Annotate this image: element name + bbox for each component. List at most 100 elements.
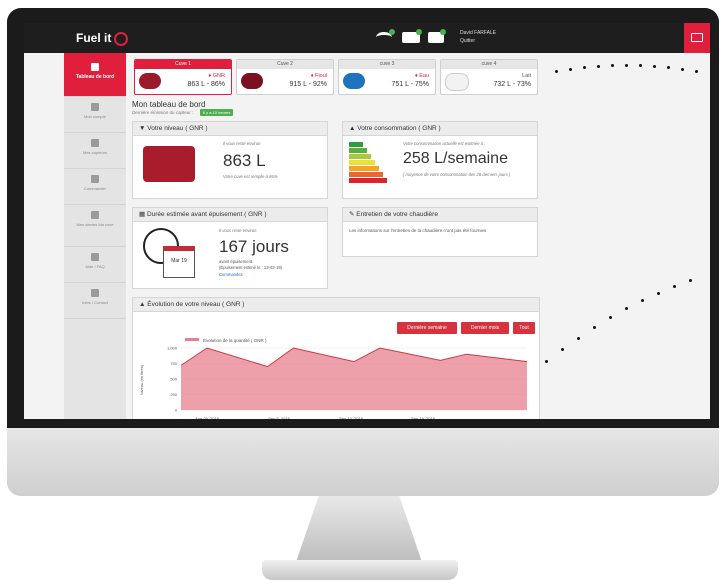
tank-fuel: ♦ Fioul <box>310 73 327 79</box>
tank-value: 863 L - 86% <box>187 81 226 88</box>
sidebar-item-alerts[interactable]: Mes alertes Ma cuve <box>64 205 126 247</box>
info-icon <box>91 289 99 297</box>
sidebar-item-dashboard[interactable]: Tableau de bord <box>64 53 126 97</box>
boiler-text: Les informations sur l'entretien de la c… <box>349 228 487 233</box>
evolution-panel: ▲ Évolution de votre niveau ( GNR ) Dern… <box>132 297 540 419</box>
tank-icon <box>139 73 161 89</box>
tank-card-1[interactable]: Cuve 1 ♦ GNR 863 L - 86% <box>134 59 232 95</box>
panel-header: ✎ Entretien de votre chaudière <box>343 208 537 222</box>
tank-card-4[interactable]: cuve 4 Lait 732 L - 73% <box>440 59 538 95</box>
status-dot-icon <box>440 29 446 35</box>
tank-title: Cuve 1 <box>135 60 231 69</box>
book-icon <box>91 253 99 261</box>
sidebar-item-faq[interactable]: Aide / FAQ <box>64 247 126 283</box>
x-tick-label: Sep 19, 2018 <box>411 416 436 419</box>
boiler-panel: ✎ Entretien de votre chaudière Les infor… <box>342 207 538 257</box>
tank-card-2[interactable]: Cuve 2 ♦ Fioul 915 L - 92% <box>236 59 334 95</box>
level-chart: Évolution de la quantité ( GNR ) Niveau … <box>139 337 528 419</box>
y-tick-label: 0 <box>175 408 178 413</box>
tank-value: 915 L - 92% <box>289 81 328 88</box>
level-note: Votre cuve est remplie à 86% <box>223 174 278 179</box>
tank-fuel: ♦ GNR <box>208 73 225 79</box>
panel-header: ▼ Votre niveau ( GNR ) <box>133 122 327 136</box>
duration-line2: (Épuisement estimé le : 13-03-19) <box>219 265 283 270</box>
panel-header: ▦ Durée estimée avant épuisement ( GNR ) <box>133 208 327 222</box>
status-dot-icon <box>389 29 395 35</box>
sidebar-item-label: Infos / Contact <box>82 300 108 305</box>
sidebar-item-label: Aide / FAQ <box>85 264 105 269</box>
tank-fuel: Lait <box>522 73 531 79</box>
last-emission-label: Dernière émission du capteur : <box>132 110 194 115</box>
monitor-chin <box>7 428 719 496</box>
user-icon <box>91 103 99 111</box>
consumption-value: 258 L/semaine <box>403 150 508 167</box>
tank-card-3[interactable]: cuve 3 ♦ Eau 751 L - 75% <box>338 59 436 95</box>
tank-title: cuve 3 <box>339 60 435 69</box>
sidebar: Tableau de bord Mon compte Mes capteurs … <box>64 53 126 419</box>
home-icon <box>91 63 99 71</box>
sidebar-item-order[interactable]: Commander <box>64 169 126 205</box>
sidebar-item-label: Commander <box>83 186 106 191</box>
sidebar-item-label: Mes alertes Ma cuve <box>76 222 114 227</box>
tank-value: 732 L - 73% <box>493 81 532 88</box>
y-ticks: 1,000 750 500 250 0 <box>167 346 178 413</box>
x-ticks: Aug 29, 2018 Sep 5, 2018 Sep 12, 2018 Sep 1… <box>195 416 436 419</box>
all-button[interactable]: Tout <box>513 322 535 334</box>
logo-ring-icon <box>114 31 129 46</box>
level-area <box>181 348 527 410</box>
level-value: 863 L <box>223 151 266 170</box>
consumption-intro: Votre consommation actuelle est estimée … <box>403 141 486 146</box>
tank-icon <box>241 73 263 89</box>
logout-link[interactable]: Quitter <box>460 37 496 45</box>
consumption-panel: ▲ Votre consommation ( GNR ) Votre conso… <box>342 121 538 199</box>
energy-label-icon <box>349 142 389 186</box>
sidebar-item-sensors[interactable]: Mes capteurs <box>64 133 126 169</box>
app-logo[interactable]: Fuel it <box>76 31 129 46</box>
sidebar-item-label: Mon compte <box>83 114 106 119</box>
calendar-icon: Mar 19 <box>163 246 195 278</box>
decorative-dot <box>545 360 548 363</box>
level-panel: ▼ Votre niveau ( GNR ) Il vous reste env… <box>132 121 328 199</box>
decorative-dot <box>695 70 698 73</box>
monitor-stand <box>296 496 422 562</box>
x-tick-label: Sep 12, 2018 <box>339 416 364 419</box>
last-month-button[interactable]: Dernier mois <box>461 322 509 334</box>
x-tick-label: Aug 29, 2018 <box>195 416 220 419</box>
duration-intro: Il vous reste environ <box>219 228 257 233</box>
tank-title: Cuve 2 <box>237 60 333 69</box>
tank-illustration-icon <box>143 146 195 182</box>
screen: Fuel it David FARFALE Quitter Tableau de… <box>24 23 710 419</box>
y-tick-label: 1,000 <box>167 346 178 351</box>
tank-fuel: ♦ Eau <box>414 73 429 79</box>
monitor: Fuel it David FARFALE Quitter Tableau de… <box>7 8 719 496</box>
y-tick-label: 500 <box>170 377 177 382</box>
x-tick-label: Sep 5, 2018 <box>268 416 290 419</box>
legend-swatch <box>185 338 199 341</box>
panel-header: ▲ Votre consommation ( GNR ) <box>343 122 537 136</box>
page-title: Mon tableau de bord <box>132 100 206 109</box>
sidebar-item-contact[interactable]: Infos / Contact <box>64 283 126 319</box>
main-content: Cuve 1 ♦ GNR 863 L - 86% Cuve 2 ♦ Fioul … <box>130 53 710 419</box>
sensor-icon <box>91 139 99 147</box>
y-tick-label: 750 <box>170 361 177 366</box>
y-tick-label: 250 <box>170 392 177 397</box>
duration-panel: ▦ Durée estimée avant épuisement ( GNR )… <box>132 207 328 289</box>
tank-title: cuve 4 <box>441 60 537 69</box>
tank-icon <box>445 73 469 91</box>
tank-icon <box>343 73 365 89</box>
monitor-foot <box>262 560 458 580</box>
user-block: David FARFALE Quitter <box>460 29 496 45</box>
top-bar: Fuel it David FARFALE Quitter <box>24 23 710 53</box>
duration-value: 167 jours <box>219 237 289 256</box>
duration-line1: avant épuisement. <box>219 259 254 264</box>
legend-label: Évolution de la quantité ( GNR ) <box>203 337 267 343</box>
user-name[interactable]: David FARFALE <box>460 29 496 37</box>
order-link[interactable]: Commandez <box>219 272 243 277</box>
decorative-dot <box>625 64 628 67</box>
sidebar-item-account[interactable]: Mon compte <box>64 97 126 133</box>
last-week-button[interactable]: Dernière semaine <box>397 322 457 334</box>
status-dot-icon <box>416 29 422 35</box>
menu-button[interactable] <box>684 23 710 53</box>
bell-icon <box>91 211 99 219</box>
tank-value: 751 L - 75% <box>391 81 430 88</box>
